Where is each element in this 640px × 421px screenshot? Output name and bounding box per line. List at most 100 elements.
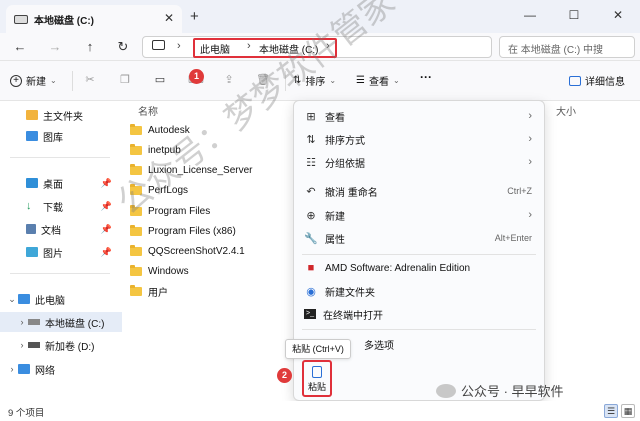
- pin-icon[interactable]: 📌: [101, 247, 112, 258]
- refresh-icon[interactable]: ↻: [113, 38, 133, 56]
- sidebar-divider: [10, 157, 110, 158]
- list-item[interactable]: Program Files (x86): [130, 222, 236, 240]
- details-button-label: 详细信息: [585, 77, 625, 88]
- chevron-down-icon[interactable]: ⌄: [6, 294, 18, 305]
- close-window-button[interactable]: ✕: [596, 0, 640, 30]
- breadcrumb-this-pc[interactable]: 此电脑: [200, 41, 230, 56]
- maximize-button[interactable]: ☐: [552, 0, 596, 30]
- new-icon: ⊕: [306, 209, 316, 222]
- list-item[interactable]: PerfLogs: [130, 181, 188, 199]
- sidebar-item-label: 主文件夹: [43, 111, 83, 123]
- menu-item-new[interactable]: ⊕ 新建 ›: [294, 204, 544, 226]
- details-button[interactable]: 详细信息: [569, 73, 625, 88]
- list-item[interactable]: Windows: [130, 262, 189, 280]
- step-badge-2: 2: [277, 368, 292, 383]
- list-item[interactable]: Luxion_License_Server: [130, 161, 253, 179]
- share-icon[interactable]: ⇪: [222, 73, 236, 87]
- sidebar-item-gallery[interactable]: 图库: [0, 126, 122, 146]
- menu-item-sort[interactable]: ⇅ 排序方式 ›: [294, 128, 544, 150]
- copy-icon[interactable]: ❐: [118, 73, 132, 87]
- details-view-icon[interactable]: ☰: [604, 404, 618, 418]
- menu-item-new-folder[interactable]: ◉ 新建文件夹: [294, 280, 544, 302]
- sidebar-item-desktop[interactable]: 桌面 📌: [0, 173, 122, 193]
- menu-item-view[interactable]: ⊞ 查看 ›: [294, 105, 544, 127]
- sidebar-item-downloads[interactable]: ↓ 下载 📌: [0, 196, 122, 216]
- list-item[interactable]: Autodesk: [130, 121, 190, 139]
- sidebar-item-local-disk[interactable]: › 本地磁盘 (C:): [0, 312, 122, 332]
- chevron-right-icon[interactable]: ›: [177, 40, 181, 52]
- menu-item-terminal[interactable]: >_ 在终端中打开: [294, 303, 544, 325]
- menu-shortcut: Alt+Enter: [494, 233, 532, 243]
- chevron-right-icon: ›: [528, 156, 532, 168]
- sidebar-item-new-volume[interactable]: › 新加卷 (D:): [0, 335, 122, 355]
- chevron-right-icon[interactable]: ›: [326, 40, 330, 52]
- folder-icon: [130, 204, 142, 216]
- folder-icon: [130, 163, 142, 175]
- pin-icon[interactable]: 📌: [101, 178, 112, 189]
- new-tab-button[interactable]: +: [190, 8, 199, 25]
- forward-arrow-icon[interactable]: →: [45, 38, 65, 56]
- chevron-right-icon[interactable]: ›: [247, 40, 251, 52]
- menu-item-group[interactable]: ☷ 分组依据 ›: [294, 151, 544, 173]
- search-input[interactable]: 在 本地磁盘 (C:) 中搜: [499, 36, 635, 58]
- gallery-icon: [26, 131, 38, 141]
- pin-icon[interactable]: 📌: [101, 201, 112, 212]
- chevron-right-icon[interactable]: ›: [16, 317, 28, 327]
- list-item[interactable]: inetpub: [130, 141, 181, 159]
- chevron-right-icon[interactable]: ›: [16, 340, 28, 350]
- paste-icon: [312, 366, 322, 378]
- paste-icon[interactable]: ▭: [153, 73, 167, 87]
- item-count: 9 个项目: [8, 408, 45, 419]
- more-options-button[interactable]: ···: [420, 70, 432, 84]
- folder-plus-icon: ◉: [306, 285, 316, 298]
- file-name: Program Files: [148, 205, 211, 217]
- sidebar-item-this-pc[interactable]: ⌄ 此电脑: [0, 289, 122, 309]
- tiles-view-icon[interactable]: ▦: [621, 404, 635, 418]
- sidebar-item-network[interactable]: › 网络: [0, 359, 122, 379]
- chevron-down-icon: ⌄: [329, 76, 337, 85]
- sidebar-item-documents[interactable]: 文档 📌: [0, 219, 122, 239]
- list-item[interactable]: Program Files: [130, 202, 210, 220]
- menu-item-label: 新建文件夹: [325, 287, 375, 299]
- address-bar[interactable]: › 此电脑 › 本地磁盘 (C:) ›: [142, 36, 492, 58]
- minimize-button[interactable]: —: [508, 0, 552, 30]
- up-arrow-icon[interactable]: ↑: [80, 38, 100, 56]
- folder-icon: [130, 183, 142, 195]
- pin-icon[interactable]: 📌: [101, 224, 112, 235]
- folder-icon: [130, 123, 142, 135]
- sort-icon: ⇅: [306, 133, 316, 146]
- menu-item-undo[interactable]: ↶ 撤消 重命名 Ctrl+Z: [294, 180, 544, 202]
- menu-item-properties[interactable]: 🔧 属性 Alt+Enter: [294, 227, 544, 249]
- breadcrumb-local-disk[interactable]: 本地磁盘 (C:): [259, 41, 318, 56]
- window-controls: — ☐ ✕: [508, 0, 640, 30]
- delete-icon[interactable]: 🗑: [256, 73, 270, 87]
- paste-button[interactable]: 粘贴: [302, 360, 332, 397]
- cut-icon[interactable]: ✂: [83, 73, 97, 87]
- chevron-right-icon: ›: [528, 110, 532, 122]
- column-header-size[interactable]: 大小: [556, 103, 576, 118]
- menu-shortcut: Ctrl+Z: [507, 186, 532, 196]
- sidebar-item-pictures[interactable]: 图片 📌: [0, 242, 122, 262]
- pc-icon: [18, 294, 30, 304]
- drive-icon: [28, 342, 40, 348]
- view-button[interactable]: ☰ 查看 ⌄: [356, 73, 400, 88]
- group-icon: ☷: [306, 156, 316, 169]
- tab-close-button[interactable]: ✕: [164, 11, 174, 25]
- paste-button-label: 粘贴: [307, 382, 326, 392]
- sidebar-item-label: 此电脑: [35, 295, 65, 307]
- tab-local-disk[interactable]: 本地磁盘 (C:) ✕: [6, 5, 182, 33]
- menu-item-label: 撤消 重命名: [325, 187, 378, 199]
- column-header-name[interactable]: 名称: [138, 103, 158, 118]
- desktop-icon: [26, 178, 38, 188]
- sort-button[interactable]: ⇅ 排序 ⌄: [293, 73, 336, 88]
- back-arrow-icon[interactable]: ←: [10, 38, 30, 56]
- view-list-icon: ☰: [356, 75, 365, 86]
- menu-item-amd[interactable]: ■ AMD Software: Adrenalin Edition: [294, 257, 544, 279]
- list-item[interactable]: 用户: [130, 282, 168, 300]
- list-item[interactable]: QQScreenShotV2.4.1: [130, 242, 245, 260]
- chevron-right-icon[interactable]: ›: [6, 364, 18, 374]
- sort-icon: ⇅: [293, 75, 302, 86]
- sidebar-item-home[interactable]: 主文件夹: [0, 105, 122, 125]
- new-button[interactable]: + 新建 ⌄: [10, 73, 57, 88]
- sidebar-divider: [10, 273, 110, 274]
